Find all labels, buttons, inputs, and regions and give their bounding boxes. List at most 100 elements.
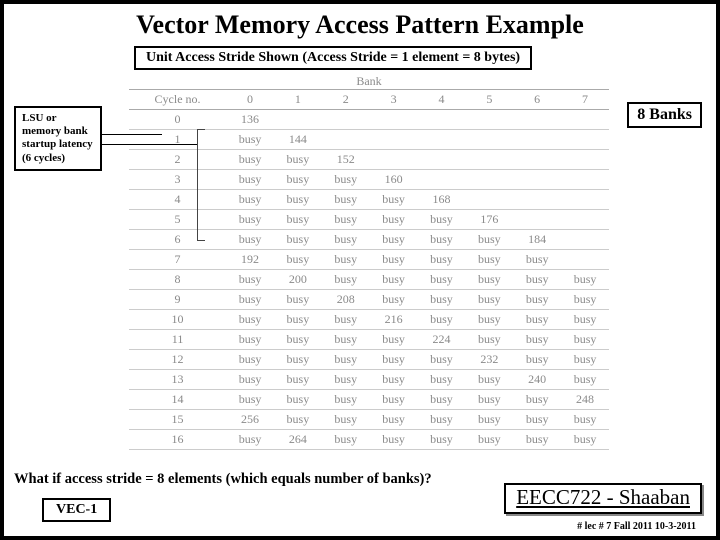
bank-cell: busy [561,270,609,290]
bank-cell: busy [465,310,513,330]
bank-cell: 168 [418,190,466,210]
bank-cell [418,150,466,170]
table-row: 16busy264busybusybusybusybusybusy [129,430,609,450]
bank-cell: 136 [226,110,274,130]
bank-cell: 200 [274,270,322,290]
cycle-cell: 5 [129,210,226,230]
cycle-cell: 0 [129,110,226,130]
bank-cell [561,190,609,210]
bank-cell: busy [513,310,561,330]
col-header: 7 [561,90,609,110]
cycle-cell: 10 [129,310,226,330]
bank-cell [561,250,609,270]
bank-header-label: Bank [129,74,609,89]
table-row: 12busybusybusybusybusy232busybusy [129,350,609,370]
bank-cell: busy [322,410,370,430]
cycle-header: Cycle no. [129,90,226,110]
bank-cell: busy [465,230,513,250]
bank-cell: busy [418,310,466,330]
bank-cell: busy [513,330,561,350]
bank-cell: busy [322,270,370,290]
bank-cell: busy [274,310,322,330]
bank-cell [561,230,609,250]
course-label-box: EECC722 - Shaaban [504,483,702,514]
bank-cell: busy [274,410,322,430]
question-text: What if access stride = 8 elements (whic… [14,471,432,488]
bank-cell [561,170,609,190]
bank-cell [465,170,513,190]
bank-cell: busy [226,390,274,410]
bank-cell: busy [561,330,609,350]
cycle-cell: 16 [129,430,226,450]
bank-cell: busy [322,390,370,410]
bank-cell: busy [465,290,513,310]
bank-cell [418,130,466,150]
lsu-note-box: LSU or memory bank startup latency (6 cy… [14,106,102,171]
table-row: 10busybusybusy216busybusybusybusy [129,310,609,330]
bank-cell: busy [418,370,466,390]
bank-cell: busy [322,430,370,450]
page-title: Vector Memory Access Pattern Example [4,10,716,40]
bank-cell: busy [226,330,274,350]
cycle-cell: 3 [129,170,226,190]
bank-cell: busy [274,370,322,390]
bank-cell: busy [561,290,609,310]
bank-cell [418,110,466,130]
bank-cell: busy [226,350,274,370]
cycle-cell: 9 [129,290,226,310]
col-header: 4 [418,90,466,110]
bank-cell: busy [226,190,274,210]
bank-cell: busy [513,290,561,310]
bank-cell [465,130,513,150]
cycle-cell: 15 [129,410,226,430]
bank-cell: busy [418,430,466,450]
cycle-cell: 1 [129,130,226,150]
bank-cell: busy [226,210,274,230]
bank-cell [561,110,609,130]
subtitle-box: Unit Access Stride Shown (Access Stride … [134,46,532,70]
bank-cell: busy [226,230,274,250]
table-row: 7192busybusybusybusybusybusy [129,250,609,270]
bank-cell: busy [465,370,513,390]
bank-cell [513,190,561,210]
cycle-cell: 6 [129,230,226,250]
bank-cell: busy [322,230,370,250]
bank-cell: busy [465,430,513,450]
bank-cell: busy [418,390,466,410]
bank-cell [370,150,418,170]
bank-cell: busy [370,330,418,350]
bank-cell: busy [418,410,466,430]
bank-cell: busy [322,350,370,370]
bank-cell: busy [226,290,274,310]
bank-cell: busy [465,390,513,410]
cycle-cell: 11 [129,330,226,350]
bank-cell [465,110,513,130]
bank-cell: busy [418,290,466,310]
bank-cell: busy [322,370,370,390]
bank-cell [561,130,609,150]
bank-cell: busy [465,250,513,270]
bank-cell: busy [322,170,370,190]
cycle-cell: 14 [129,390,226,410]
bank-cell: busy [513,390,561,410]
bank-cell: busy [322,330,370,350]
bank-cell: busy [370,350,418,370]
bank-cell: 160 [370,170,418,190]
latency-bracket [197,129,205,241]
bank-cell: busy [513,350,561,370]
bank-cell: busy [370,210,418,230]
cycle-cell: 8 [129,270,226,290]
bank-cell: 264 [274,430,322,450]
bank-cell: busy [370,290,418,310]
cycle-cell: 12 [129,350,226,370]
bank-cell: busy [370,270,418,290]
vec-label-box: VEC-1 [42,498,111,522]
cycle-cell: 4 [129,190,226,210]
table-header-row: Cycle no. 0 1 2 3 4 5 6 7 [129,90,609,110]
bank-cell: busy [226,150,274,170]
bank-cell [513,210,561,230]
bank-cell: busy [561,430,609,450]
bank-cell: busy [226,310,274,330]
table-row: 9busybusy208busybusybusybusybusy [129,290,609,310]
bank-cell [322,110,370,130]
